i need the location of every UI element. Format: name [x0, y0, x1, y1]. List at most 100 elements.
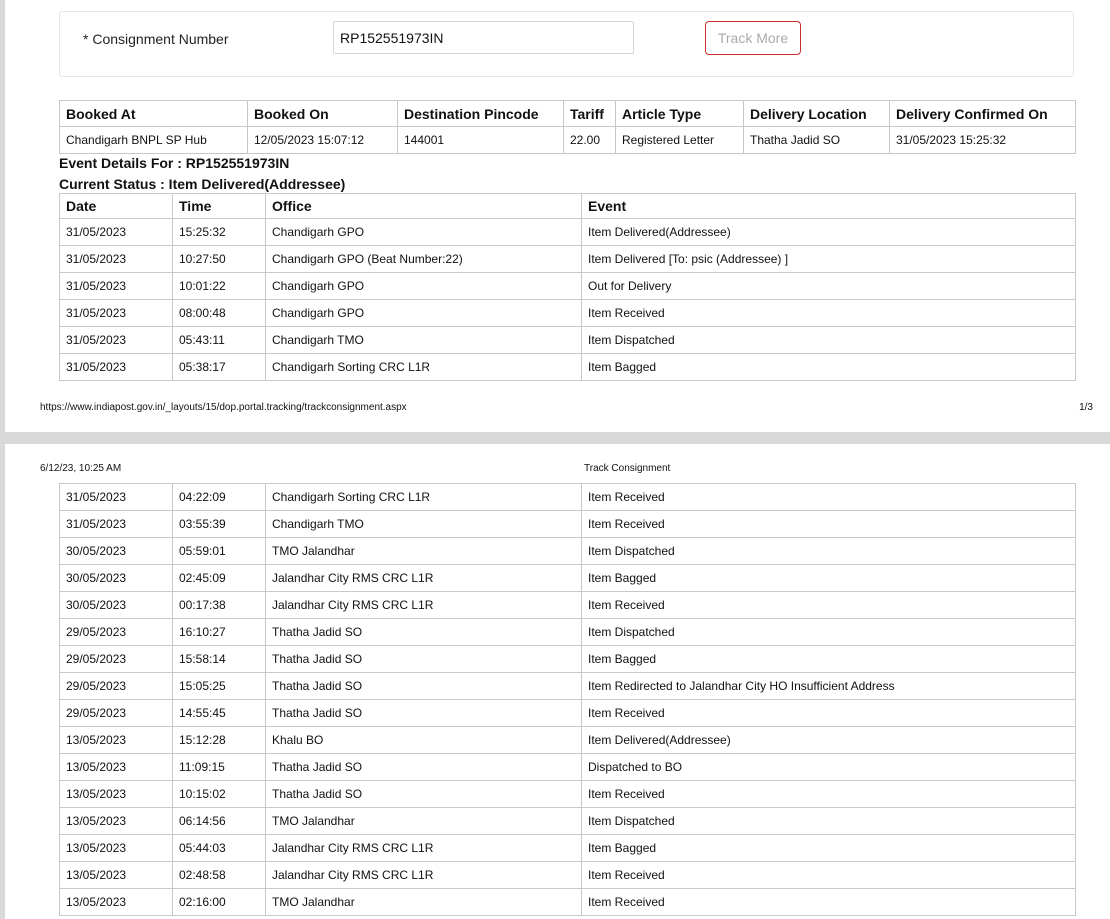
table-row: 13/05/2023 11:09:15 Thatha Jadid SO Dispatc…	[59, 753, 1076, 781]
event-description: Item Delivered(Addressee)	[581, 218, 1076, 246]
booked-at-header: Booked At	[59, 100, 248, 127]
event-office: TMO Jalandhar	[265, 807, 582, 835]
table-row: 31/05/2023 08:00:48 Chandigarh GPO Item Rec…	[59, 299, 1076, 327]
event-date: 13/05/2023	[59, 726, 173, 754]
event-date: 13/05/2023	[59, 834, 173, 862]
event-header: Event	[581, 193, 1076, 219]
table-row: 13/05/2023 06:14:56 TMO Jalandhar Item Disp…	[59, 807, 1076, 835]
event-office: Chandigarh GPO	[265, 272, 582, 300]
print-header-title: Track Consignment	[584, 463, 671, 474]
event-time: 00:17:38	[172, 591, 266, 619]
event-time: 06:14:56	[172, 807, 266, 835]
event-time: 15:25:32	[172, 218, 266, 246]
event-date: 31/05/2023	[59, 483, 173, 511]
event-time: 15:58:14	[172, 645, 266, 673]
event-office: Thatha Jadid SO	[265, 780, 582, 808]
events-table-continued: 31/05/2023 04:22:09 Chandigarh Sorting CRC…	[59, 483, 1076, 916]
event-office: Thatha Jadid SO	[265, 753, 582, 781]
table-row: 31/05/2023 10:01:22 Chandigarh GPO Out for …	[59, 272, 1076, 300]
event-date: 13/05/2023	[59, 888, 173, 916]
event-date: 29/05/2023	[59, 618, 173, 646]
consignment-number-input[interactable]	[333, 21, 634, 54]
event-description: Item Bagged	[581, 353, 1076, 381]
event-description: Item Received	[581, 483, 1076, 511]
event-time: 05:43:11	[172, 326, 266, 354]
table-row: 13/05/2023 10:15:02 Thatha Jadid SO Item Re…	[59, 780, 1076, 808]
current-status: Current Status : Item Delivered(Addresse…	[59, 176, 346, 192]
track-more-button[interactable]: Track More	[705, 21, 801, 55]
event-office: Chandigarh GPO	[265, 299, 582, 327]
table-row: 31/05/2023 10:27:50 Chandigarh GPO (Beat N…	[59, 245, 1076, 273]
event-description: Item Bagged	[581, 834, 1076, 862]
event-date: 30/05/2023	[59, 591, 173, 619]
print-page-2: 6/12/23, 10:25 AM Track Consignment 31/0…	[5, 444, 1110, 919]
booked-on-value: 12/05/2023 15:07:12	[247, 126, 398, 154]
booking-row: Chandigarh BNPL SP Hub 12/05/2023 15:07:…	[59, 126, 1076, 154]
event-date: 31/05/2023	[59, 245, 173, 273]
destination-pincode-value: 144001	[397, 126, 564, 154]
event-time: 15:12:28	[172, 726, 266, 754]
event-office: TMO Jalandhar	[265, 537, 582, 565]
event-description: Item Dispatched	[581, 537, 1076, 565]
table-row: 31/05/2023 05:38:17 Chandigarh Sorting CRC…	[59, 353, 1076, 381]
event-date: 30/05/2023	[59, 564, 173, 592]
consignment-number-label: * Consignment Number	[83, 31, 229, 47]
booking-details-table: Booked At Booked On Destination Pincode …	[59, 100, 1076, 154]
event-time: 10:15:02	[172, 780, 266, 808]
event-office: Thatha Jadid SO	[265, 645, 582, 673]
print-page-number: 1/3	[1079, 402, 1093, 413]
event-description: Item Received	[581, 861, 1076, 889]
event-date: 30/05/2023	[59, 537, 173, 565]
table-row: 29/05/2023 14:55:45 Thatha Jadid SO Item Re…	[59, 699, 1076, 727]
event-description: Item Received	[581, 510, 1076, 538]
event-description: Item Received	[581, 780, 1076, 808]
event-office: Chandigarh TMO	[265, 510, 582, 538]
event-time: 15:05:25	[172, 672, 266, 700]
event-description: Item Bagged	[581, 564, 1076, 592]
table-row: 30/05/2023 00:17:38 Jalandhar City RMS CRC…	[59, 591, 1076, 619]
event-time: 05:38:17	[172, 353, 266, 381]
event-description: Item Dispatched	[581, 326, 1076, 354]
event-date: 13/05/2023	[59, 780, 173, 808]
event-office: Chandigarh Sorting CRC L1R	[265, 353, 582, 381]
tariff-header: Tariff	[563, 100, 616, 127]
event-time: 02:45:09	[172, 564, 266, 592]
event-time: 16:10:27	[172, 618, 266, 646]
destination-pincode-header: Destination Pincode	[397, 100, 564, 127]
event-time: 02:48:58	[172, 861, 266, 889]
event-description: Item Dispatched	[581, 618, 1076, 646]
events-header-row: Date Time Office Event	[59, 193, 1076, 219]
event-office: TMO Jalandhar	[265, 888, 582, 916]
event-description: Item Delivered(Addressee)	[581, 726, 1076, 754]
event-office: Thatha Jadid SO	[265, 672, 582, 700]
event-office: Thatha Jadid SO	[265, 618, 582, 646]
event-description: Item Received	[581, 699, 1076, 727]
delivery-location-value: Thatha Jadid SO	[743, 126, 890, 154]
event-time: 02:16:00	[172, 888, 266, 916]
table-row: 29/05/2023 15:58:14 Thatha Jadid SO Item Ba…	[59, 645, 1076, 673]
events-table: Date Time Office Event 31/05/2023 15:25:3…	[59, 193, 1076, 381]
event-time: 14:55:45	[172, 699, 266, 727]
delivery-confirmed-on-value: 31/05/2023 15:25:32	[889, 126, 1076, 154]
table-row: 31/05/2023 15:25:32 Chandigarh GPO Item Del…	[59, 218, 1076, 246]
event-description: Item Received	[581, 888, 1076, 916]
table-row: 13/05/2023 02:48:58 Jalandhar City RMS CRC…	[59, 861, 1076, 889]
consignment-form: * Consignment Number Track More	[59, 11, 1074, 77]
event-date: 31/05/2023	[59, 299, 173, 327]
event-details-title: Event Details For : RP152551973IN	[59, 155, 290, 171]
event-time: 08:00:48	[172, 299, 266, 327]
event-description: Item Received	[581, 591, 1076, 619]
event-date: 31/05/2023	[59, 326, 173, 354]
date-header: Date	[59, 193, 173, 219]
article-type-value: Registered Letter	[615, 126, 744, 154]
event-date: 29/05/2023	[59, 645, 173, 673]
table-row: 31/05/2023 05:43:11 Chandigarh TMO Item Dis…	[59, 326, 1076, 354]
event-description: Dispatched to BO	[581, 753, 1076, 781]
article-type-header: Article Type	[615, 100, 744, 127]
event-date: 31/05/2023	[59, 510, 173, 538]
table-row: 31/05/2023 03:55:39 Chandigarh TMO Item Rec…	[59, 510, 1076, 538]
tariff-value: 22.00	[563, 126, 616, 154]
event-date: 13/05/2023	[59, 807, 173, 835]
event-time: 10:27:50	[172, 245, 266, 273]
delivery-location-header: Delivery Location	[743, 100, 890, 127]
